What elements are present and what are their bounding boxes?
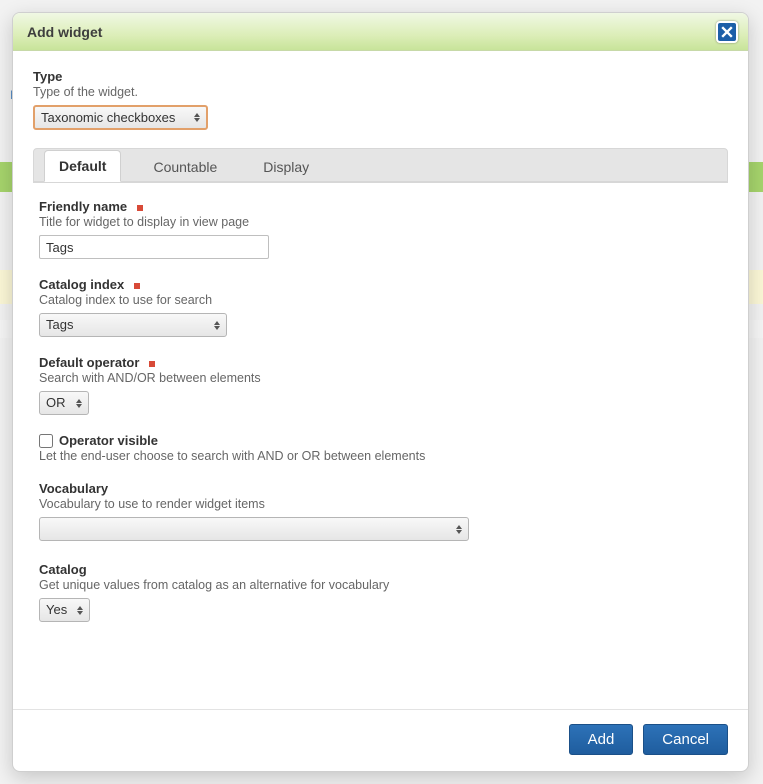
cancel-button[interactable]: Cancel bbox=[643, 724, 728, 755]
type-select-value: Taxonomic checkboxes bbox=[41, 110, 175, 125]
default-operator-select[interactable]: OR bbox=[39, 391, 89, 415]
catalog-index-help: Catalog index to use for search bbox=[39, 293, 728, 307]
tab-default[interactable]: Default bbox=[44, 150, 121, 182]
operator-visible-help: Let the end-user choose to search with A… bbox=[39, 449, 728, 463]
close-icon bbox=[721, 26, 733, 38]
vocabulary-help: Vocabulary to use to render widget items bbox=[39, 497, 728, 511]
type-help: Type of the widget. bbox=[33, 85, 728, 99]
tab-display[interactable]: Display bbox=[249, 152, 323, 182]
friendly-name-help: Title for widget to display in view page bbox=[39, 215, 728, 229]
required-icon bbox=[137, 205, 143, 211]
catalog-help: Get unique values from catalog as an alt… bbox=[39, 578, 728, 592]
catalog-value: Yes bbox=[46, 602, 67, 617]
catalog-index-label: Catalog index bbox=[39, 277, 124, 292]
chevron-updown-icon bbox=[454, 522, 464, 536]
default-operator-help: Search with AND/OR between elements bbox=[39, 371, 728, 385]
type-field: Type Type of the widget. Taxonomic check… bbox=[33, 69, 728, 130]
type-label: Type bbox=[33, 69, 62, 84]
chevron-updown-icon bbox=[212, 318, 222, 332]
tab-countable[interactable]: Countable bbox=[139, 152, 231, 182]
dialog-title: Add widget bbox=[27, 24, 102, 40]
operator-visible-field: Operator visible Let the end-user choose… bbox=[39, 433, 728, 463]
vocabulary-select[interactable] bbox=[39, 517, 469, 541]
chevron-updown-icon bbox=[192, 111, 202, 125]
catalog-index-field: Catalog index Catalog index to use for s… bbox=[39, 277, 728, 337]
dialog-header: Add widget bbox=[13, 13, 748, 51]
friendly-name-input[interactable] bbox=[39, 235, 269, 259]
add-button[interactable]: Add bbox=[569, 724, 634, 755]
catalog-index-select[interactable]: Tags bbox=[39, 313, 227, 337]
friendly-name-label: Friendly name bbox=[39, 199, 127, 214]
tab-panel-default: Friendly name Title for widget to displa… bbox=[33, 182, 728, 622]
vocabulary-field: Vocabulary Vocabulary to use to render w… bbox=[39, 481, 728, 544]
dialog-footer: Add Cancel bbox=[13, 709, 748, 771]
tabs-bar: Default Countable Display bbox=[33, 148, 728, 182]
friendly-name-field: Friendly name Title for widget to displa… bbox=[39, 199, 728, 259]
type-select[interactable]: Taxonomic checkboxes bbox=[33, 105, 208, 130]
default-operator-field: Default operator Search with AND/OR betw… bbox=[39, 355, 728, 415]
default-operator-label: Default operator bbox=[39, 355, 139, 370]
page-root: P Add widget Type Type of the widget. Ta… bbox=[0, 0, 763, 784]
chevron-updown-icon bbox=[74, 396, 84, 410]
operator-visible-label: Operator visible bbox=[59, 433, 158, 448]
tabs: Default Countable Display Friendly name … bbox=[33, 148, 728, 622]
required-icon bbox=[149, 361, 155, 367]
chevron-updown-icon bbox=[75, 603, 85, 617]
catalog-label: Catalog bbox=[39, 562, 87, 577]
default-operator-value: OR bbox=[46, 395, 66, 410]
vocabulary-label: Vocabulary bbox=[39, 481, 108, 496]
close-button[interactable] bbox=[716, 21, 738, 43]
dialog-body: Type Type of the widget. Taxonomic check… bbox=[13, 51, 748, 709]
required-icon bbox=[134, 283, 140, 289]
catalog-field: Catalog Get unique values from catalog a… bbox=[39, 562, 728, 622]
catalog-select[interactable]: Yes bbox=[39, 598, 90, 622]
operator-visible-checkbox[interactable] bbox=[39, 434, 53, 448]
add-widget-dialog: Add widget Type Type of the widget. Taxo… bbox=[12, 12, 749, 772]
catalog-index-value: Tags bbox=[46, 317, 73, 332]
